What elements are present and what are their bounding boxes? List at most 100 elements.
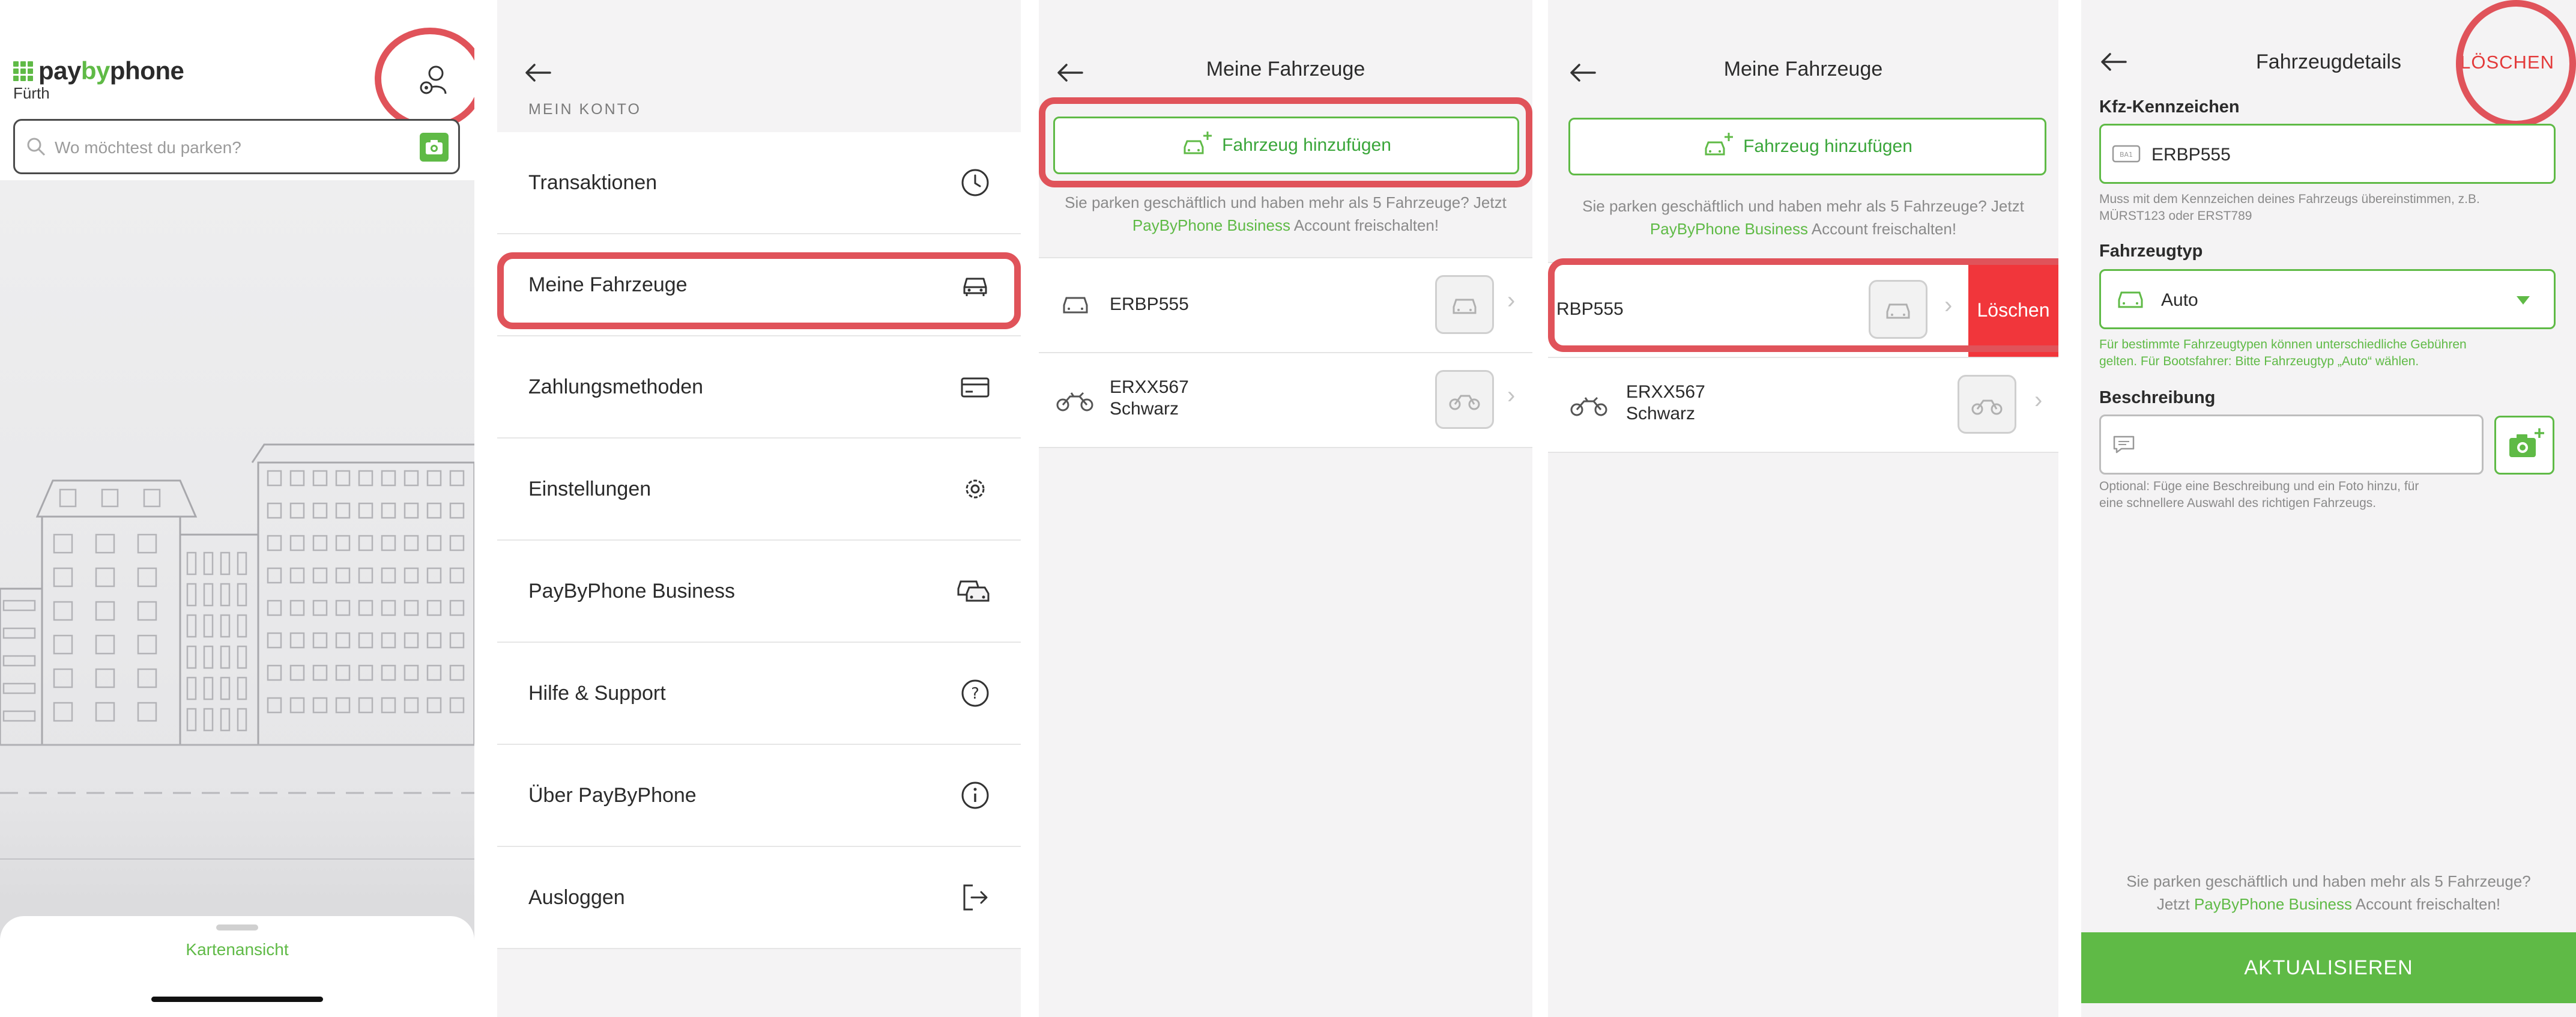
car-icon — [2118, 291, 2143, 308]
vehicles-swipe-screen: Meine Fahrzeuge Fahrzeug hinzufügen Sie … — [1548, 0, 2058, 1017]
business-hint: Sie parken geschäftlich und haben mehr a… — [1045, 191, 1526, 237]
plate-label: Kfz-Kennzeichen — [2099, 97, 2240, 117]
search-field[interactable] — [13, 119, 460, 174]
hint-text: Sie parken geschäftlich und haben mehr a… — [1065, 193, 1507, 211]
description-help-line1: Optional: Füge eine Beschreibung und ein… — [2099, 479, 2419, 493]
search-icon — [27, 138, 46, 156]
hint-text-rest: Account freischalten! — [1807, 220, 1957, 238]
logo-grid-icon — [13, 61, 33, 81]
plate-input[interactable]: BA1 ERBP555 — [2099, 124, 2556, 184]
add-vehicle-button[interactable]: Fahrzeug hinzufügen — [1568, 118, 2046, 175]
question-icon: ? — [961, 679, 989, 707]
home-indicator — [151, 997, 323, 1002]
update-button[interactable]: AKTUALISIEREN — [2081, 932, 2576, 1003]
type-label: Fahrzeugtyp — [2099, 241, 2203, 261]
clock-icon — [961, 169, 989, 196]
menu-item-ausloggen[interactable]: Ausloggen — [497, 847, 1021, 949]
search-input[interactable] — [53, 134, 392, 162]
plate-value: ERBP555 — [2151, 145, 2231, 165]
license-plate-icon: BA1 — [2112, 145, 2141, 163]
menu-item-ueber-paybyphone[interactable]: Über PayByPhone — [497, 745, 1021, 847]
highlight-meine-fahrzeuge — [497, 252, 1021, 329]
svg-text:BA1: BA1 — [2120, 151, 2133, 159]
vehicle-type-select[interactable]: Auto — [2099, 269, 2556, 329]
motorcycle-icon — [1570, 396, 1607, 416]
chevron-down-icon — [2517, 296, 2530, 305]
logo-by: by — [80, 56, 110, 85]
description-help: Optional: Füge eine Beschreibung und ein… — [2099, 478, 2419, 512]
bottom-hint-line1: Sie parken geschäftlich und haben mehr a… — [2126, 872, 2531, 890]
vehicle-list: ERBP555 › ERXX567 Schwarz › — [1039, 257, 1532, 448]
car-placeholder-icon — [1453, 299, 1477, 314]
vehicle-row-erbp555[interactable]: ERBP555 › — [1039, 258, 1532, 353]
section-label: MEIN KONTO — [528, 101, 641, 118]
vehicles-screen: Meine Fahrzeuge Fahrzeug hinzufügen Sie … — [1039, 0, 1532, 1017]
vehicle-row-erxx567[interactable]: ERXX567 Schwarz › — [1548, 358, 2058, 453]
city-label: Fürth — [13, 84, 50, 102]
type-value: Auto — [2161, 290, 2198, 310]
menu-item-transaktionen[interactable]: Transaktionen — [497, 132, 1021, 234]
description-help-line2: eine schnellere Auswahl des richtigen Fa… — [2099, 496, 2377, 510]
menu-item-label: Hilfe & Support — [528, 682, 666, 705]
page-title: Meine Fahrzeuge — [1723, 58, 1883, 80]
add-car-icon — [1705, 133, 1734, 156]
kartenansicht-tab[interactable]: Kartenansicht — [0, 940, 474, 959]
menu-item-label: Zahlungsmethoden — [528, 375, 704, 398]
camera-icon — [426, 140, 443, 154]
vehicle-plate: ERXX567 — [1626, 382, 1705, 402]
back-button[interactable] — [524, 62, 552, 83]
menu-item-label: PayByPhone Business — [528, 580, 735, 603]
business-link[interactable]: PayByPhone Business — [2194, 895, 2352, 913]
business-link[interactable]: PayByPhone Business — [1132, 216, 1290, 234]
vehicle-row-erxx567[interactable]: ERXX567 Schwarz › — [1039, 353, 1532, 448]
type-help-line1: Für bestimmte Fahrzeugtypen können unter… — [2099, 338, 2467, 351]
menu-item-hilfe-support[interactable]: Hilfe & Support ? — [497, 643, 1021, 745]
menu-item-paybyphone-business[interactable]: PayByPhone Business — [497, 541, 1021, 643]
credit-card-icon — [961, 377, 990, 398]
highlight-circle-delete — [2456, 0, 2576, 127]
vehicle-photo — [1435, 370, 1494, 429]
sheet-handle[interactable] — [216, 924, 258, 930]
highlight-add-vehicle — [1039, 97, 1532, 187]
vehicle-color: Schwarz — [1626, 404, 1696, 423]
menu-item-label: Transaktionen — [528, 171, 658, 194]
highlight-circle-profile — [375, 28, 474, 130]
vehicle-photo — [1435, 275, 1494, 334]
chevron-right-icon: › — [2034, 387, 2043, 413]
info-icon — [961, 782, 989, 809]
business-link[interactable]: PayByPhone Business — [1650, 220, 1808, 238]
business-hint: Sie parken geschäftlich und haben mehr a… — [1560, 195, 2046, 240]
svg-text:?: ? — [971, 685, 979, 703]
gear-icon — [966, 479, 985, 499]
bottom-hint-prefix: Jetzt — [2156, 895, 2194, 913]
back-arrow-icon — [525, 64, 551, 82]
vehicle-color: Schwarz — [1110, 399, 1179, 419]
paybyphone-logo: paybyphone — [13, 56, 184, 85]
chevron-right-icon: › — [1507, 382, 1516, 408]
vehicle-photo — [1958, 375, 2016, 434]
motorcycle-placeholder-icon — [1971, 399, 2003, 415]
page-title: Meine Fahrzeuge — [1206, 58, 1365, 80]
city-illustration — [0, 443, 474, 860]
menu-item-einstellungen[interactable]: Einstellungen — [497, 439, 1021, 541]
plate-help-line1: Muss mit dem Kennzeichen deines Fahrzeug… — [2099, 192, 2480, 206]
type-help-line2: gelten. Für Bootsfahrer: Bitte Fahrzeugt… — [2099, 354, 2419, 368]
plate-help: Muss mit dem Kennzeichen deines Fahrzeug… — [2099, 191, 2480, 225]
hint-text: Sie parken geschäftlich und haben mehr a… — [1582, 197, 2024, 215]
motorcycle-placeholder-icon — [1449, 395, 1480, 410]
motorcycle-icon — [1056, 392, 1093, 411]
hint-text-rest: Account freischalten! — [1290, 216, 1439, 234]
add-photo-button[interactable] — [2494, 416, 2554, 475]
logout-icon — [963, 884, 988, 911]
description-input[interactable] — [2099, 414, 2484, 475]
add-vehicle-label: Fahrzeug hinzufügen — [1743, 136, 1912, 156]
vehicle-details-screen: Fahrzeugdetails LÖSCHEN Kfz-Kennzeichen … — [2081, 0, 2576, 1017]
bottom-sheet[interactable]: Kartenansicht — [0, 916, 474, 1017]
map-screen: paybyphone Fürth Wo möchtest du parken? … — [0, 0, 474, 1017]
menu-item-label: Einstellungen — [528, 478, 652, 500]
chevron-right-icon: › — [1507, 287, 1516, 314]
menu-item-zahlungsmethoden[interactable]: Zahlungsmethoden — [497, 336, 1021, 439]
camera-button[interactable] — [420, 133, 449, 162]
add-photo-icon — [2509, 428, 2544, 457]
highlight-swiped-row — [1548, 258, 2058, 352]
